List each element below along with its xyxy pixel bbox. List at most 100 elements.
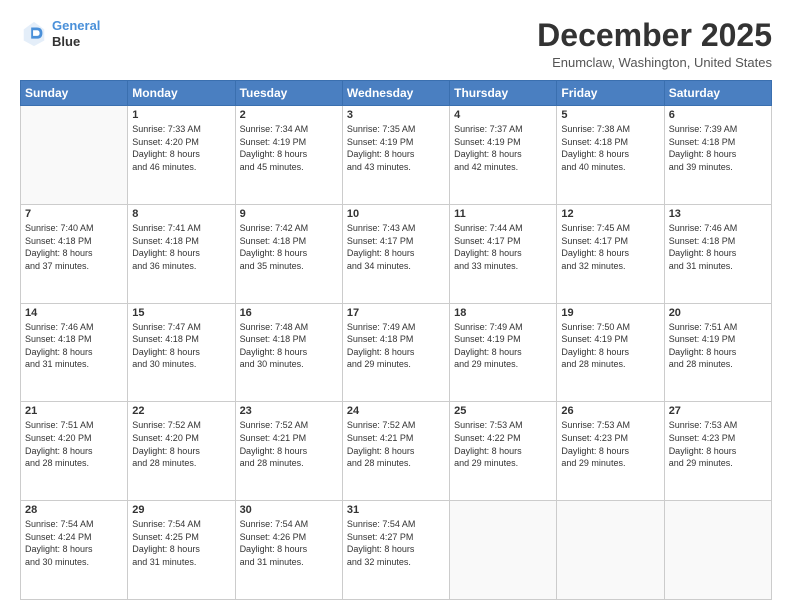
day-number: 9: [240, 208, 338, 220]
day-number: 25: [454, 405, 552, 417]
day-number: 19: [561, 307, 659, 319]
day-number: 18: [454, 307, 552, 319]
calendar-cell: 20Sunrise: 7:51 AM Sunset: 4:19 PM Dayli…: [664, 303, 771, 402]
cell-content: Sunrise: 7:38 AM Sunset: 4:18 PM Dayligh…: [561, 123, 659, 173]
day-number: 30: [240, 504, 338, 516]
day-number: 15: [132, 307, 230, 319]
cell-content: Sunrise: 7:45 AM Sunset: 4:17 PM Dayligh…: [561, 222, 659, 272]
calendar-cell: 12 Sunrise: 7:45 AM Sunset: 4:17 PM Dayli…: [557, 204, 664, 303]
calendar-cell: 22Sunrise: 7:52 AM Sunset: 4:20 PM Dayli…: [128, 402, 235, 501]
calendar-day-header: Wednesday: [342, 81, 449, 106]
calendar-cell: 13 Sunrise: 7:46 AM Sunset: 4:18 PM Dayli…: [664, 204, 771, 303]
cell-content: Sunrise: 7:52 AM Sunset: 4:21 PM Dayligh…: [347, 419, 445, 469]
calendar-cell: 10 Sunrise: 7:43 AM Sunset: 4:17 PM Dayli…: [342, 204, 449, 303]
day-number: 12: [561, 208, 659, 220]
cell-content: Sunrise: 7:42 AM Sunset: 4:18 PM Dayligh…: [240, 222, 338, 272]
calendar-cell: 25 Sunrise: 7:53 AM Sunset: 4:22 PM Dayli…: [450, 402, 557, 501]
calendar-cell: 2 Sunrise: 7:34 AM Sunset: 4:19 PM Daylig…: [235, 106, 342, 205]
cell-content: Sunrise: 7:41 AM Sunset: 4:18 PM Dayligh…: [132, 222, 230, 272]
day-number: 11: [454, 208, 552, 220]
day-number: 17: [347, 307, 445, 319]
calendar-cell: [664, 501, 771, 600]
calendar-day-header: Thursday: [450, 81, 557, 106]
calendar-week-row: 1 Sunrise: 7:33 AM Sunset: 4:20 PM Daylig…: [21, 106, 772, 205]
cell-content: Sunrise: 7:33 AM Sunset: 4:20 PM Dayligh…: [132, 123, 230, 173]
calendar-table: SundayMondayTuesdayWednesdayThursdayFrid…: [20, 80, 772, 600]
calendar-cell: 1 Sunrise: 7:33 AM Sunset: 4:20 PM Daylig…: [128, 106, 235, 205]
day-number: 2: [240, 109, 338, 121]
calendar-cell: 23Sunrise: 7:52 AM Sunset: 4:21 PM Dayli…: [235, 402, 342, 501]
cell-content: Sunrise: 7:51 AM Sunset: 4:19 PM Dayligh…: [669, 321, 767, 371]
calendar-cell: 17 Sunrise: 7:49 AM Sunset: 4:18 PM Dayli…: [342, 303, 449, 402]
calendar-cell: 18 Sunrise: 7:49 AM Sunset: 4:19 PM Dayli…: [450, 303, 557, 402]
calendar-cell: 21 Sunrise: 7:51 AM Sunset: 4:20 PM Dayli…: [21, 402, 128, 501]
cell-content: Sunrise: 7:39 AM Sunset: 4:18 PM Dayligh…: [669, 123, 767, 173]
calendar-cell: 27Sunrise: 7:53 AM Sunset: 4:23 PM Dayli…: [664, 402, 771, 501]
cell-content: Sunrise: 7:43 AM Sunset: 4:17 PM Dayligh…: [347, 222, 445, 272]
day-number: 21: [25, 405, 123, 417]
day-number: 27: [669, 405, 767, 417]
cell-content: Sunrise: 7:54 AM Sunset: 4:26 PM Dayligh…: [240, 518, 338, 568]
calendar-header-row: SundayMondayTuesdayWednesdayThursdayFrid…: [21, 81, 772, 106]
calendar-cell: 16 Sunrise: 7:48 AM Sunset: 4:18 PM Dayli…: [235, 303, 342, 402]
calendar-cell: 5 Sunrise: 7:38 AM Sunset: 4:18 PM Daylig…: [557, 106, 664, 205]
logo-line1: General: [52, 18, 100, 33]
day-number: 24: [347, 405, 445, 417]
header: General Blue December 2025 Enumclaw, Was…: [20, 18, 772, 70]
calendar-cell: 3Sunrise: 7:35 AM Sunset: 4:19 PM Daylig…: [342, 106, 449, 205]
cell-content: Sunrise: 7:52 AM Sunset: 4:21 PM Dayligh…: [240, 419, 338, 469]
title-block: December 2025 Enumclaw, Washington, Unit…: [537, 18, 772, 70]
calendar-day-header: Friday: [557, 81, 664, 106]
day-number: 10: [347, 208, 445, 220]
logo-icon: [20, 20, 48, 48]
calendar-week-row: 7Sunrise: 7:40 AM Sunset: 4:18 PM Daylig…: [21, 204, 772, 303]
calendar-cell: 28Sunrise: 7:54 AM Sunset: 4:24 PM Dayli…: [21, 501, 128, 600]
day-number: 1: [132, 109, 230, 121]
logo: General Blue: [20, 18, 100, 49]
day-number: 31: [347, 504, 445, 516]
day-number: 14: [25, 307, 123, 319]
location: Enumclaw, Washington, United States: [537, 55, 772, 70]
day-number: 5: [561, 109, 659, 121]
day-number: 6: [669, 109, 767, 121]
day-number: 28: [25, 504, 123, 516]
day-number: 4: [454, 109, 552, 121]
logo-line2: Blue: [52, 34, 100, 50]
calendar-cell: 7Sunrise: 7:40 AM Sunset: 4:18 PM Daylig…: [21, 204, 128, 303]
cell-content: Sunrise: 7:34 AM Sunset: 4:19 PM Dayligh…: [240, 123, 338, 173]
cell-content: Sunrise: 7:52 AM Sunset: 4:20 PM Dayligh…: [132, 419, 230, 469]
calendar-cell: [450, 501, 557, 600]
cell-content: Sunrise: 7:54 AM Sunset: 4:25 PM Dayligh…: [132, 518, 230, 568]
calendar-day-header: Monday: [128, 81, 235, 106]
cell-content: Sunrise: 7:47 AM Sunset: 4:18 PM Dayligh…: [132, 321, 230, 371]
cell-content: Sunrise: 7:51 AM Sunset: 4:20 PM Dayligh…: [25, 419, 123, 469]
day-number: 8: [132, 208, 230, 220]
cell-content: Sunrise: 7:48 AM Sunset: 4:18 PM Dayligh…: [240, 321, 338, 371]
calendar-cell: 30 Sunrise: 7:54 AM Sunset: 4:26 PM Dayli…: [235, 501, 342, 600]
month-title: December 2025: [537, 18, 772, 53]
calendar-cell: 29Sunrise: 7:54 AM Sunset: 4:25 PM Dayli…: [128, 501, 235, 600]
calendar-week-row: 21 Sunrise: 7:51 AM Sunset: 4:20 PM Dayli…: [21, 402, 772, 501]
day-number: 13: [669, 208, 767, 220]
cell-content: Sunrise: 7:37 AM Sunset: 4:19 PM Dayligh…: [454, 123, 552, 173]
cell-content: Sunrise: 7:54 AM Sunset: 4:27 PM Dayligh…: [347, 518, 445, 568]
cell-content: Sunrise: 7:46 AM Sunset: 4:18 PM Dayligh…: [669, 222, 767, 272]
cell-content: Sunrise: 7:44 AM Sunset: 4:17 PM Dayligh…: [454, 222, 552, 272]
cell-content: Sunrise: 7:35 AM Sunset: 4:19 PM Dayligh…: [347, 123, 445, 173]
cell-content: Sunrise: 7:40 AM Sunset: 4:18 PM Dayligh…: [25, 222, 123, 272]
calendar-cell: 14 Sunrise: 7:46 AM Sunset: 4:18 PM Dayli…: [21, 303, 128, 402]
logo-text: General Blue: [52, 18, 100, 49]
day-number: 16: [240, 307, 338, 319]
cell-content: Sunrise: 7:46 AM Sunset: 4:18 PM Dayligh…: [25, 321, 123, 371]
cell-content: Sunrise: 7:50 AM Sunset: 4:19 PM Dayligh…: [561, 321, 659, 371]
calendar-cell: 6 Sunrise: 7:39 AM Sunset: 4:18 PM Daylig…: [664, 106, 771, 205]
cell-content: Sunrise: 7:49 AM Sunset: 4:18 PM Dayligh…: [347, 321, 445, 371]
calendar-day-header: Sunday: [21, 81, 128, 106]
calendar-cell: 24 Sunrise: 7:52 AM Sunset: 4:21 PM Dayli…: [342, 402, 449, 501]
calendar-cell: 11 Sunrise: 7:44 AM Sunset: 4:17 PM Dayli…: [450, 204, 557, 303]
calendar-day-header: Saturday: [664, 81, 771, 106]
cell-content: Sunrise: 7:53 AM Sunset: 4:22 PM Dayligh…: [454, 419, 552, 469]
cell-content: Sunrise: 7:49 AM Sunset: 4:19 PM Dayligh…: [454, 321, 552, 371]
calendar-cell: 19 Sunrise: 7:50 AM Sunset: 4:19 PM Dayli…: [557, 303, 664, 402]
calendar-cell: 31 Sunrise: 7:54 AM Sunset: 4:27 PM Dayli…: [342, 501, 449, 600]
